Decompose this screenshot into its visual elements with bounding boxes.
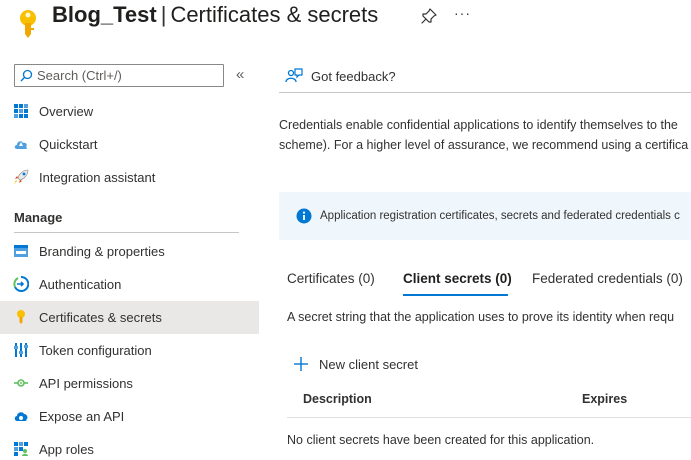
tab-client-secrets[interactable]: Client secrets (0) xyxy=(403,271,512,286)
search-icon xyxy=(20,69,33,82)
overview-grid-icon xyxy=(14,104,28,118)
sidebar-item-label: Quickstart xyxy=(39,137,98,152)
collapse-sidebar-icon[interactable]: « xyxy=(236,66,244,83)
sidebar-item-authentication[interactable]: Authentication xyxy=(0,268,259,301)
tab-certificates[interactable]: Certificates (0) xyxy=(287,271,375,286)
sidebar-item-branding[interactable]: Branding & properties xyxy=(0,235,259,268)
sidebar-item-expose-api[interactable]: Expose an API xyxy=(0,400,259,433)
search-input[interactable] xyxy=(37,66,221,85)
description-line: scheme). For a higher level of assurance… xyxy=(279,138,689,152)
toolbar-divider xyxy=(279,92,691,93)
sidebar-item-overview[interactable]: Overview xyxy=(0,95,259,128)
sidebar-item-label: Branding & properties xyxy=(39,244,165,259)
client-secret-description: A secret string that the application use… xyxy=(287,310,675,324)
section-divider xyxy=(14,232,239,233)
info-banner: Application registration certificates, s… xyxy=(279,192,691,240)
sidebar-item-label: API permissions xyxy=(39,376,133,391)
sidebar-item-label: App roles xyxy=(39,442,94,457)
page-title: Blog_Test | Certificates & secrets xyxy=(52,2,378,28)
plus-icon xyxy=(294,357,308,371)
sidebar-search[interactable] xyxy=(14,64,224,87)
tab-federated-credentials[interactable]: Federated credentials (0) xyxy=(532,271,683,286)
column-header-description: Description xyxy=(303,392,372,406)
expose-api-icon xyxy=(14,412,28,421)
blade-title: Certificates & secrets xyxy=(170,2,379,27)
api-permissions-icon xyxy=(14,379,28,387)
secrets-table-header: Description Expires xyxy=(287,388,691,418)
rocket-icon xyxy=(14,169,29,184)
pin-icon[interactable] xyxy=(421,8,437,24)
app-name: Blog_Test xyxy=(52,2,157,27)
column-header-expires: Expires xyxy=(582,392,628,406)
key-icon xyxy=(20,10,36,38)
sidebar-item-integration-assistant[interactable]: Integration assistant xyxy=(0,161,259,194)
sidebar-item-label: Token configuration xyxy=(39,343,152,358)
sidebar-item-api-permissions[interactable]: API permissions xyxy=(0,367,259,400)
sidebar: « Overview Quickstart Integration assist… xyxy=(0,58,259,460)
more-options-icon[interactable]: ··· xyxy=(454,5,471,21)
section-title-manage: Manage xyxy=(14,210,63,225)
sidebar-item-label: Expose an API xyxy=(39,409,125,424)
feedback-label: Got feedback? xyxy=(311,69,396,84)
sidebar-item-label: Certificates & secrets xyxy=(39,310,162,325)
key-icon xyxy=(17,310,25,324)
sidebar-item-certificates-secrets[interactable]: Certificates & secrets xyxy=(0,301,259,334)
info-text: Application registration certificates, s… xyxy=(320,210,680,222)
new-client-secret-label: New client secret xyxy=(319,357,418,372)
sidebar-item-app-roles[interactable]: App roles xyxy=(0,433,259,460)
branding-icon xyxy=(14,245,28,257)
credentials-description: Credentials enable confidential applicat… xyxy=(279,115,691,155)
active-tab-indicator xyxy=(403,294,508,296)
token-config-icon xyxy=(14,343,28,357)
page-header: Blog_Test | Certificates & secrets ··· xyxy=(0,0,691,50)
main-content: Got feedback? Credentials enable confide… xyxy=(279,58,691,460)
title-separator: | xyxy=(160,2,167,27)
sidebar-item-label: Authentication xyxy=(39,277,122,292)
feedback-icon xyxy=(285,68,303,83)
description-line: Credentials enable confidential applicat… xyxy=(279,118,678,132)
app-roles-icon xyxy=(14,442,28,456)
credential-tabs: Certificates (0) Client secrets (0) Fede… xyxy=(279,268,691,298)
sidebar-item-quickstart[interactable]: Quickstart xyxy=(0,128,259,161)
sidebar-item-token-configuration[interactable]: Token configuration xyxy=(0,334,259,367)
sidebar-item-label: Overview xyxy=(39,104,94,119)
authentication-icon xyxy=(13,276,29,292)
empty-table-message: No client secrets have been created for … xyxy=(287,433,595,447)
info-icon xyxy=(296,208,312,224)
sidebar-item-label: Integration assistant xyxy=(39,170,156,185)
cloud-icon xyxy=(14,141,28,149)
